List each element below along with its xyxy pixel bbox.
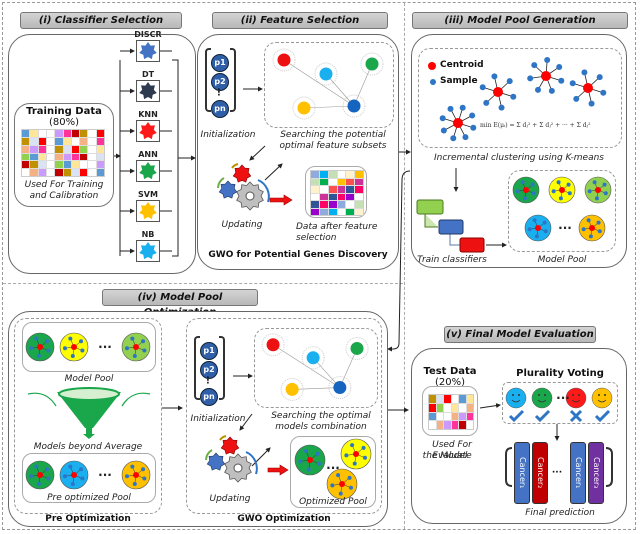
cancer-class-label: Cancer₁ bbox=[514, 442, 530, 504]
cancer-class-label: Cancer₂ bbox=[532, 442, 548, 504]
cancer-class-label: Cancer₃ bbox=[588, 442, 604, 504]
cancer-class-label: Cancer₁ bbox=[570, 442, 586, 504]
ellipsis: ··· bbox=[551, 468, 563, 478]
final-prediction-label: Final prediction bbox=[525, 508, 595, 518]
